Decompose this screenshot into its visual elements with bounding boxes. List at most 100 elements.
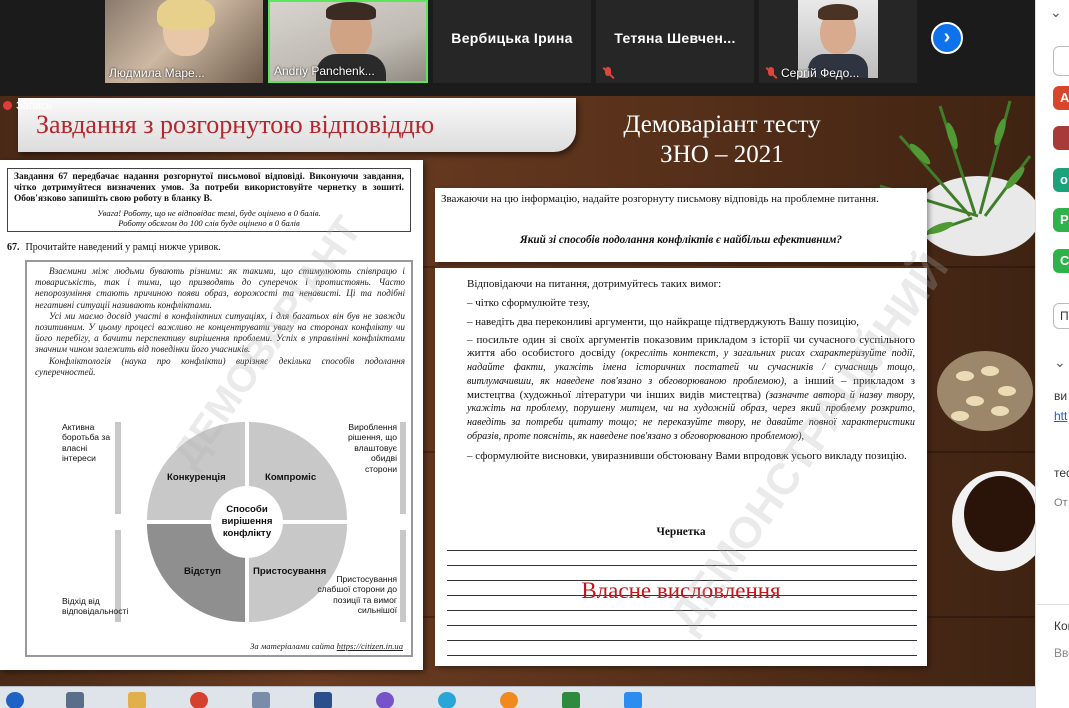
participant-tile-active-speaker[interactable]: Andriy Panchenk...: [268, 0, 428, 83]
requirement-item: – сформулюйте висновки, увиразнивши обст…: [467, 449, 907, 462]
instruction-box: Завдання 67 передбачає надання розгорнут…: [7, 168, 411, 232]
side-panel: ⌄ А о Р С П ⌄ ви htt тес От Ком Вве: [1035, 0, 1069, 708]
participant-strip: Людмила Маре... Andriy Panchenk... Верби…: [0, 0, 1035, 96]
muted-mic-icon: [765, 67, 777, 79]
participant-name: Andriy Panchenk...: [274, 64, 375, 78]
quadrant-label-competition: Конкуренція: [167, 472, 226, 483]
participant-tile[interactable]: Вербицька Ірина: [433, 0, 591, 83]
telegram-icon[interactable]: [438, 692, 456, 708]
task-question-box: Зважаючи на цю інформацію, надайте розго…: [435, 188, 927, 262]
requirement-item: – наведіть два переконливі аргументи, що…: [467, 315, 859, 328]
demo-test-title: Демоваріант тесту ЗНО – 2021: [600, 110, 844, 170]
passage-paragraph: Усі ми маємо досвід участі в конфліктних…: [35, 310, 405, 355]
requirement-item: – чітко сформулюйте тезу,: [467, 296, 590, 309]
chat-input[interactable]: Вве: [1054, 646, 1069, 660]
passage-frame: Взаємини між людьми бувають різними: як …: [25, 260, 413, 657]
recording-label: Запись: [16, 100, 53, 112]
quadrant-label-accommodation: Пристосування: [253, 566, 327, 577]
panel-button[interactable]: П: [1053, 303, 1069, 329]
problem-question: Який зі способів подолання конфліктів є …: [520, 234, 842, 246]
taskbar-app-icon[interactable]: [500, 692, 518, 708]
avatar-initial: А: [1060, 90, 1069, 105]
word-icon[interactable]: [314, 692, 332, 708]
task-requirements-page: Відповідаючи на питання, дотримуйтесь та…: [435, 245, 958, 666]
start-icon[interactable]: [6, 692, 24, 708]
participant-avatar-photo[interactable]: [1053, 126, 1069, 150]
passage-text: Взаємини між людьми бувають різними: як …: [35, 266, 405, 378]
warning-line: Увага! Роботу, що не відповідає темі, бу…: [97, 208, 321, 218]
passage-paragraph: Конфліктологія (наука про конфлікти) вир…: [35, 355, 405, 377]
quadrant-label-compromise: Компроміс: [265, 472, 317, 483]
demo-title-line: ЗНО – 2021: [660, 141, 784, 168]
avatar-initial: о: [1060, 172, 1068, 187]
taskbar-app-icon[interactable]: [66, 692, 84, 708]
slide-title-banner: Завдання з розгорнутою відповіддю: [18, 98, 576, 152]
participant-name: Сергій Федо...: [781, 66, 860, 80]
task-intro: Зважаючи на цю інформацію, надайте розго…: [441, 193, 879, 205]
draft-line: [447, 550, 917, 551]
muted-mic-icon: [602, 67, 614, 79]
participant-hair: [818, 4, 858, 20]
participant-avatar-badge[interactable]: А: [1053, 86, 1069, 110]
passage-paragraph: Взаємини між людьми бувають різними: як …: [35, 266, 405, 310]
participant-name: Людмила Маре...: [109, 66, 205, 80]
side-label-top-left: Активна боротьба за власні інтереси: [62, 422, 111, 464]
search-box[interactable]: [1053, 46, 1069, 76]
chat-sender: От: [1054, 497, 1068, 509]
avatar-initial: Р: [1060, 212, 1069, 227]
taskbar: [0, 686, 1035, 708]
question-heading: 67. Прочитайте наведений у рамці нижче ур…: [7, 242, 221, 253]
draft-line: [447, 640, 917, 641]
participant-avatar-badge[interactable]: Р: [1053, 208, 1069, 232]
chat-to-label[interactable]: Ком: [1054, 619, 1069, 633]
conflict-methods-diagram: Активна боротьба за власні інтереси Виро…: [62, 422, 407, 622]
warning-line: Роботу обсягом до 100 слів буде оцінено …: [118, 218, 300, 228]
own-statement-overlay: Власне висловлення: [581, 578, 781, 603]
source-note: За матеріалами сайта https://citizen.in.…: [250, 641, 403, 651]
participant-tile[interactable]: Тетяна Шевчен...: [596, 0, 754, 83]
source-prefix: За матеріалами сайта: [250, 641, 335, 651]
participant-avatar-badge[interactable]: С: [1053, 249, 1069, 273]
chevron-down-icon[interactable]: ⌄: [1050, 4, 1062, 21]
question-number: 67.: [7, 242, 20, 253]
participant-tile[interactable]: Сергій Федо...: [759, 0, 917, 83]
taskbar-app-icon[interactable]: [252, 692, 270, 708]
chevron-right-icon: ›: [943, 26, 951, 48]
question-text: Прочитайте наведений у рамці нижче уриво…: [25, 242, 221, 253]
draft-line: [447, 565, 917, 566]
seeds-decoration: [937, 351, 1033, 431]
diagram-side-bar: [400, 422, 406, 514]
record-dot-icon: [3, 101, 12, 110]
participant-name: Вербицька Ірина: [451, 30, 573, 46]
participant-avatar-badge[interactable]: о: [1053, 168, 1069, 192]
quadrant-label-retreat: Відступ: [184, 566, 221, 577]
diagram-center-label: Способи вирішення конфлікту: [221, 504, 273, 539]
diagram-side-bar: [115, 422, 121, 514]
folder-icon[interactable]: [128, 692, 146, 708]
draft-line: [447, 655, 917, 656]
requirements-heading: Відповідаючи на питання, дотримуйтесь та…: [467, 278, 722, 290]
chat-text: тес: [1054, 466, 1069, 480]
draft-line: [447, 610, 917, 611]
side-label-top-right: Вироблення рішення, що влаштовує обидві …: [347, 422, 397, 474]
requirement-item: – посильте один зі своїх аргументів пока…: [467, 334, 915, 443]
panel-button-label: П: [1060, 309, 1069, 323]
chevron-down-icon[interactable]: ⌄: [1054, 354, 1066, 371]
divider: [1037, 604, 1069, 605]
viber-icon[interactable]: [376, 692, 394, 708]
chat-text: ви: [1054, 389, 1068, 403]
next-participants-button[interactable]: ›: [931, 22, 963, 54]
zoom-icon[interactable]: [624, 692, 642, 708]
chat-link[interactable]: htt: [1054, 409, 1067, 423]
avatar-initial: С: [1060, 253, 1069, 268]
participant-hair: [157, 0, 215, 30]
coffee-cup-decoration: [952, 471, 1035, 571]
taskbar-app-icon[interactable]: [562, 692, 580, 708]
browser-icon[interactable]: [190, 692, 208, 708]
participant-tile[interactable]: Людмила Маре...: [105, 0, 263, 83]
source-link[interactable]: https://citizen.in.ua: [337, 641, 403, 651]
diagram-side-bar: [400, 530, 406, 622]
recording-indicator: Запись: [3, 100, 52, 112]
demo-title-line: Демоваріант тесту: [623, 111, 821, 138]
participant-name: Тетяна Шевчен...: [614, 30, 736, 46]
